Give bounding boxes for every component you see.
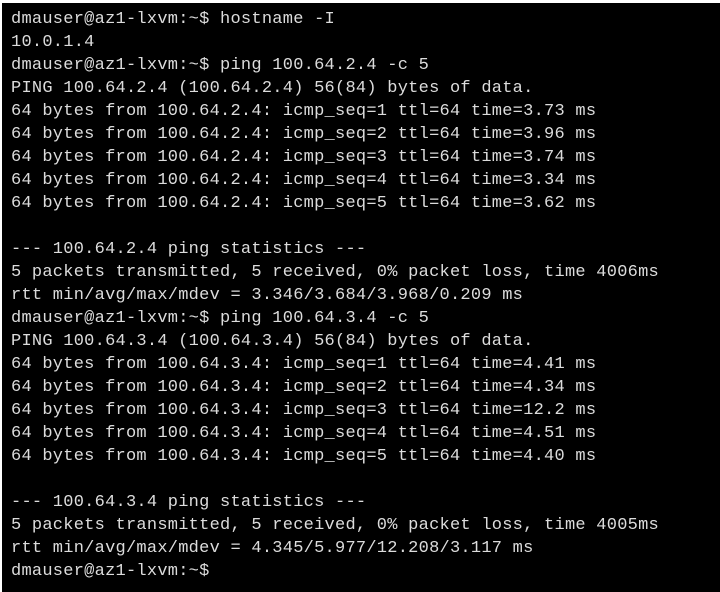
terminal-prompt-line[interactable]: dmauser@az1-lxvm:~$ — [11, 560, 720, 583]
terminal-prompt: dmauser@az1-lxvm:~$ — [11, 562, 210, 581]
terminal-line: 64 bytes from 100.64.3.4: icmp_seq=4 ttl… — [11, 424, 597, 443]
terminal-line: dmauser@az1-lxvm:~$ hostname -I — [11, 10, 336, 29]
terminal-line: dmauser@az1-lxvm:~$ ping 100.64.3.4 -c 5 — [11, 309, 430, 328]
terminal-line: 5 packets transmitted, 5 received, 0% pa… — [11, 263, 660, 282]
terminal-line: 64 bytes from 100.64.3.4: icmp_seq=2 ttl… — [11, 378, 597, 397]
terminal-line: --- 100.64.2.4 ping statistics --- — [11, 240, 367, 259]
terminal-line: 5 packets transmitted, 5 received, 0% pa… — [11, 516, 660, 535]
terminal-line: rtt min/avg/max/mdev = 3.346/3.684/3.968… — [11, 286, 524, 305]
terminal-line: 64 bytes from 100.64.2.4: icmp_seq=3 ttl… — [11, 148, 597, 167]
terminal-line: PING 100.64.3.4 (100.64.3.4) 56(84) byte… — [11, 332, 534, 351]
terminal-line: dmauser@az1-lxvm:~$ ping 100.64.2.4 -c 5 — [11, 56, 430, 75]
terminal-line: 64 bytes from 100.64.3.4: icmp_seq=3 ttl… — [11, 401, 597, 420]
terminal-line: 64 bytes from 100.64.2.4: icmp_seq=2 ttl… — [11, 125, 597, 144]
terminal-line: 64 bytes from 100.64.2.4: icmp_seq=1 ttl… — [11, 102, 597, 121]
terminal-cursor — [210, 561, 219, 578]
terminal-screen[interactable]: dmauser@az1-lxvm:~$ hostname -I 10.0.1.4… — [2, 3, 720, 592]
terminal-line: 64 bytes from 100.64.3.4: icmp_seq=1 ttl… — [11, 355, 597, 374]
terminal-window: dmauser@az1-lxvm:~$ hostname -I 10.0.1.4… — [0, 0, 720, 592]
terminal-line: 64 bytes from 100.64.3.4: icmp_seq=5 ttl… — [11, 447, 597, 466]
terminal-line: 10.0.1.4 — [11, 33, 95, 52]
terminal-line: 64 bytes from 100.64.2.4: icmp_seq=5 ttl… — [11, 194, 597, 213]
terminal-line: PING 100.64.2.4 (100.64.2.4) 56(84) byte… — [11, 79, 534, 98]
terminal-line: rtt min/avg/max/mdev = 4.345/5.977/12.20… — [11, 539, 534, 558]
terminal-line: --- 100.64.3.4 ping statistics --- — [11, 493, 367, 512]
terminal-line: 64 bytes from 100.64.2.4: icmp_seq=4 ttl… — [11, 171, 597, 190]
